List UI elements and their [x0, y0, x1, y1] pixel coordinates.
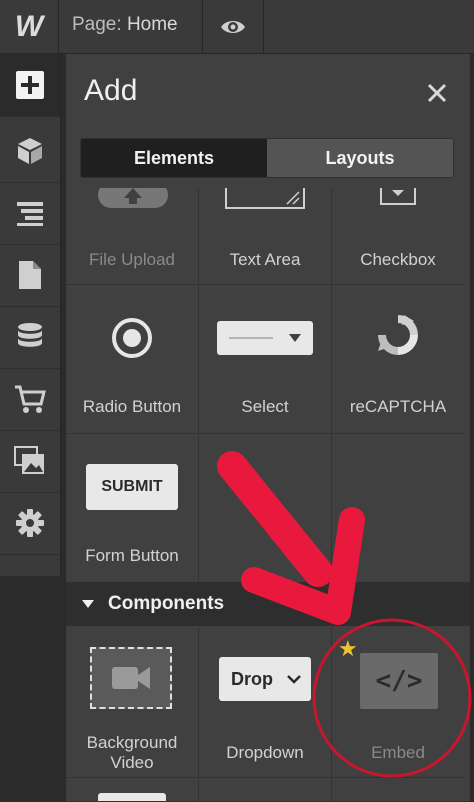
- element-checkbox[interactable]: Checkbox: [332, 188, 464, 285]
- video-icon: [90, 647, 172, 709]
- chevron-down-icon: [287, 675, 301, 684]
- database-icon: [18, 323, 42, 347]
- element-label: Form Button: [85, 546, 179, 565]
- upload-icon: [98, 188, 168, 208]
- component-label: Dropdown: [226, 743, 304, 762]
- embed-icon: </>: [360, 653, 438, 709]
- element-file-upload[interactable]: File Upload: [66, 188, 199, 285]
- element-label: Radio Button: [82, 397, 182, 416]
- component-label-line2: Video: [110, 753, 154, 772]
- add-panel-button[interactable]: [0, 54, 60, 117]
- cms-button[interactable]: [0, 306, 60, 369]
- assets-button[interactable]: [0, 430, 60, 493]
- element-label: Text Area: [229, 250, 301, 269]
- tab-elements[interactable]: Elements: [81, 139, 267, 177]
- pages-button[interactable]: [0, 244, 60, 307]
- navigator-button[interactable]: [0, 182, 60, 245]
- page-selector[interactable]: Page: Home: [72, 14, 178, 36]
- eye-icon: [221, 20, 245, 33]
- element-select[interactable]: Select: [199, 285, 332, 434]
- symbols-button[interactable]: [0, 120, 60, 183]
- caret-down-icon: [82, 600, 94, 608]
- recaptcha-icon: [378, 315, 418, 355]
- element-label: reCAPTCHA: [349, 397, 447, 416]
- cart-icon: [15, 385, 46, 413]
- dropdown-icon-text: Drop: [231, 669, 273, 689]
- preview-button[interactable]: [202, 0, 264, 53]
- settings-button[interactable]: [0, 492, 60, 555]
- page-icon: [19, 261, 41, 289]
- empty-cell: [199, 434, 332, 583]
- component-partial: [199, 778, 332, 802]
- element-label: File Upload: [89, 250, 175, 269]
- gear-icon: [16, 509, 44, 537]
- submit-button-icon: SUBMIT: [86, 464, 178, 510]
- element-label: Select: [241, 397, 289, 416]
- textarea-icon: [225, 188, 305, 209]
- cube-icon: [18, 138, 42, 164]
- element-recaptcha[interactable]: reCAPTCHA: [332, 285, 464, 434]
- ecommerce-button[interactable]: [0, 368, 60, 431]
- component-label-line1: Background: [86, 733, 178, 752]
- tab-layouts[interactable]: Layouts: [267, 139, 453, 177]
- component-partial[interactable]: [66, 778, 199, 802]
- select-icon: [217, 321, 313, 355]
- empty-cell: [332, 434, 464, 583]
- star-icon: ★: [338, 636, 358, 661]
- images-icon: [14, 446, 44, 474]
- plus-icon: [16, 71, 44, 99]
- element-text-area[interactable]: Text Area: [199, 188, 332, 285]
- element-form-button[interactable]: SUBMIT Form Button: [66, 434, 199, 583]
- close-icon[interactable]: [424, 80, 450, 106]
- radio-icon: [112, 318, 152, 358]
- components-section-header[interactable]: Components: [66, 582, 470, 626]
- component-partial: [332, 778, 464, 802]
- component-label: Embed: [371, 743, 425, 762]
- section-label: Components: [108, 593, 225, 614]
- dropdown-icon: Drop: [219, 657, 311, 701]
- webflow-logo[interactable]: W: [0, 0, 59, 53]
- element-radio-button[interactable]: Radio Button: [66, 285, 199, 434]
- panel-title: Add: [84, 74, 138, 107]
- top-bar: W Page: Home: [0, 0, 474, 54]
- component-dropdown[interactable]: Drop Dropdown: [199, 627, 332, 778]
- left-toolbar: [0, 54, 61, 576]
- page-label-key: Page:: [72, 14, 122, 35]
- component-background-video[interactable]: Background Video: [66, 627, 199, 778]
- page-label-value: Home: [126, 14, 178, 35]
- element-label: Checkbox: [360, 250, 436, 269]
- checkbox-icon: [380, 188, 416, 205]
- layers-icon: [17, 202, 43, 226]
- panel-tabs: Elements Layouts: [80, 138, 454, 178]
- add-panel: Add Elements Layouts File Upload Text Ar…: [66, 54, 470, 802]
